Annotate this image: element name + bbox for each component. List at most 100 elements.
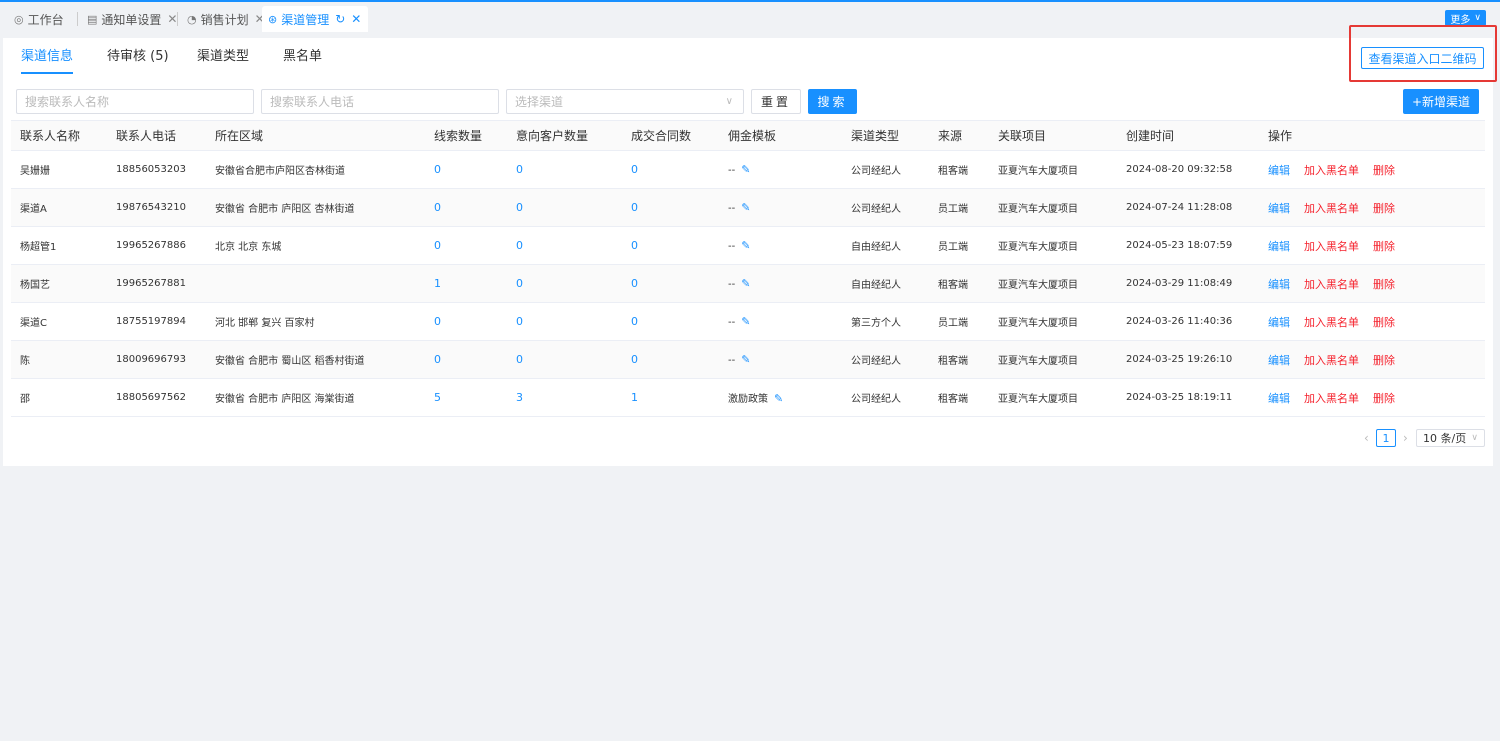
cell-source: 租客端 bbox=[929, 340, 989, 379]
cell-intent-customer-count[interactable]: 0 bbox=[507, 340, 622, 379]
edit-template-icon[interactable]: ✎ bbox=[741, 201, 750, 214]
cell-source: 租客端 bbox=[929, 264, 989, 303]
edit-template-icon[interactable]: ✎ bbox=[774, 392, 783, 405]
cell-created-time: 2024-03-25 18:19:11 bbox=[1117, 378, 1259, 417]
add-to-blacklist-button[interactable]: 加入黑名单 bbox=[1304, 352, 1359, 368]
cell-intent-customer-count[interactable]: 3 bbox=[507, 378, 622, 417]
search-button[interactable]: 搜索 bbox=[808, 89, 857, 114]
cell-text: 0 bbox=[516, 201, 523, 214]
cell-contract-count[interactable]: 0 bbox=[622, 150, 719, 189]
cell-source: 员工端 bbox=[929, 188, 989, 227]
cell-lead-count[interactable]: 1 bbox=[425, 264, 507, 303]
edit-template-icon[interactable]: ✎ bbox=[741, 353, 750, 366]
cell-commission-template: -- ✎ bbox=[719, 264, 842, 303]
cell-contact-name: 渠道C bbox=[11, 302, 107, 341]
cell-contract-count[interactable]: 0 bbox=[622, 226, 719, 265]
cell-text: 0 bbox=[516, 277, 523, 290]
more-button[interactable]: 更多 ∨ bbox=[1445, 10, 1486, 26]
subtab-channel-types[interactable]: 渠道类型 bbox=[197, 48, 249, 74]
col-actions: 操作 bbox=[1259, 120, 1485, 151]
edit-button[interactable]: 编辑 bbox=[1268, 352, 1290, 368]
cell-text: 2024-03-26 11:40:36 bbox=[1126, 316, 1233, 327]
add-channel-button[interactable]: +新增渠道 bbox=[1403, 89, 1479, 114]
cell-contact-phone: 19965267881 bbox=[107, 264, 206, 303]
cell-contract-count[interactable]: 0 bbox=[622, 302, 719, 341]
cell-channel-type: 自由经纪人 bbox=[842, 264, 929, 303]
next-page-button[interactable]: › bbox=[1403, 431, 1408, 445]
add-to-blacklist-button[interactable]: 加入黑名单 bbox=[1304, 162, 1359, 178]
delete-button[interactable]: 删除 bbox=[1373, 200, 1395, 216]
cell-intent-customer-count[interactable]: 0 bbox=[507, 150, 622, 189]
tab-notice-settings[interactable]: ▤ 通知单设置 ✕ bbox=[81, 6, 183, 32]
delete-button[interactable]: 删除 bbox=[1373, 162, 1395, 178]
col-source: 来源 bbox=[929, 120, 989, 151]
cell-contact-phone: 19965267886 bbox=[107, 226, 206, 265]
table-row: 吴姗姗 18856053203 安徽省合肥市庐阳区杏林街道 0 0 0 -- ✎ 公司经纪人 租客… bbox=[11, 150, 1485, 189]
contact-name-search-input[interactable] bbox=[16, 89, 254, 114]
edit-template-icon[interactable]: ✎ bbox=[741, 315, 750, 328]
edit-button[interactable]: 编辑 bbox=[1268, 200, 1290, 216]
cell-contract-count[interactable]: 1 bbox=[622, 378, 719, 417]
cell-contract-count[interactable]: 0 bbox=[622, 188, 719, 227]
add-to-blacklist-button[interactable]: 加入黑名单 bbox=[1304, 200, 1359, 216]
edit-button[interactable]: 编辑 bbox=[1268, 390, 1290, 406]
contact-phone-search-input[interactable] bbox=[261, 89, 499, 114]
cell-lead-count[interactable]: 0 bbox=[425, 340, 507, 379]
cell-intent-customer-count[interactable]: 0 bbox=[507, 188, 622, 227]
cell-text: 1 bbox=[434, 277, 441, 290]
delete-button[interactable]: 删除 bbox=[1373, 276, 1395, 292]
cell-intent-customer-count[interactable]: 0 bbox=[507, 264, 622, 303]
dashboard-icon: ◎ bbox=[14, 12, 24, 26]
subtab-blacklist[interactable]: 黑名单 bbox=[283, 48, 322, 74]
cell-contract-count[interactable]: 0 bbox=[622, 340, 719, 379]
delete-button[interactable]: 删除 bbox=[1373, 314, 1395, 330]
edit-button[interactable]: 编辑 bbox=[1268, 314, 1290, 330]
cell-text: 2024-03-25 18:19:11 bbox=[1126, 392, 1233, 403]
delete-button[interactable]: 删除 bbox=[1373, 390, 1395, 406]
edit-template-icon[interactable]: ✎ bbox=[741, 277, 750, 290]
add-to-blacklist-button[interactable]: 加入黑名单 bbox=[1304, 276, 1359, 292]
delete-button[interactable]: 删除 bbox=[1373, 238, 1395, 254]
cell-text: 公司经纪人 bbox=[851, 166, 901, 177]
edit-template-icon[interactable]: ✎ bbox=[741, 239, 750, 252]
edit-button[interactable]: 编辑 bbox=[1268, 276, 1290, 292]
cell-lead-count[interactable]: 0 bbox=[425, 188, 507, 227]
cell-text: 邵 bbox=[20, 394, 30, 405]
tab-channel-management[interactable]: ⊛ 渠道管理 ↻ ✕ bbox=[262, 6, 368, 32]
delete-button[interactable]: 删除 bbox=[1373, 352, 1395, 368]
close-icon[interactable]: ✕ bbox=[351, 12, 361, 26]
close-icon[interactable]: ✕ bbox=[167, 12, 177, 26]
refresh-icon[interactable]: ↻ bbox=[335, 12, 345, 26]
cell-text: 0 bbox=[434, 239, 441, 252]
cell-lead-count[interactable]: 0 bbox=[425, 150, 507, 189]
edit-button[interactable]: 编辑 bbox=[1268, 238, 1290, 254]
cell-intent-customer-count[interactable]: 0 bbox=[507, 226, 622, 265]
add-to-blacklist-button[interactable]: 加入黑名单 bbox=[1304, 238, 1359, 254]
cell-actions: 编辑 加入黑名单 删除 bbox=[1259, 264, 1485, 303]
edit-template-icon[interactable]: ✎ bbox=[741, 163, 750, 176]
reset-button[interactable]: 重置 bbox=[751, 89, 801, 114]
tab-sales-plan[interactable]: ◔ 销售计划 ✕ bbox=[181, 6, 271, 32]
add-to-blacklist-button[interactable]: 加入黑名单 bbox=[1304, 390, 1359, 406]
table-row: 渠道C 18755197894 河北 邯郸 复兴 百家村 0 0 0 -- ✎ 第三方个人 员工端… bbox=[11, 302, 1485, 341]
cell-text: 亚夏汽车大厦项目 bbox=[998, 280, 1078, 291]
cell-channel-type: 第三方个人 bbox=[842, 302, 929, 341]
subtab-pending-review[interactable]: 待审核 (5) bbox=[107, 48, 169, 74]
channel-select[interactable]: 选择渠道 ∨ bbox=[506, 89, 744, 114]
page-number-current[interactable]: 1 bbox=[1376, 429, 1396, 447]
cell-text: 18856053203 bbox=[116, 164, 186, 175]
add-to-blacklist-button[interactable]: 加入黑名单 bbox=[1304, 314, 1359, 330]
cell-text: -- bbox=[728, 279, 736, 290]
subtab-channel-info[interactable]: 渠道信息 bbox=[21, 48, 74, 74]
edit-button[interactable]: 编辑 bbox=[1268, 162, 1290, 178]
cell-lead-count[interactable]: 0 bbox=[425, 226, 507, 265]
cell-lead-count[interactable]: 5 bbox=[425, 378, 507, 417]
page-size-select[interactable]: 10 条/页 ∨ bbox=[1416, 429, 1485, 447]
view-qr-code-button[interactable]: 查看渠道入口二维码 bbox=[1361, 47, 1484, 69]
prev-page-button[interactable]: ‹ bbox=[1364, 431, 1369, 445]
tab-dashboard[interactable]: ◎ 工作台 bbox=[8, 6, 70, 32]
cell-contract-count[interactable]: 0 bbox=[622, 264, 719, 303]
cell-lead-count[interactable]: 0 bbox=[425, 302, 507, 341]
cell-intent-customer-count[interactable]: 0 bbox=[507, 302, 622, 341]
cell-channel-type: 公司经纪人 bbox=[842, 188, 929, 227]
